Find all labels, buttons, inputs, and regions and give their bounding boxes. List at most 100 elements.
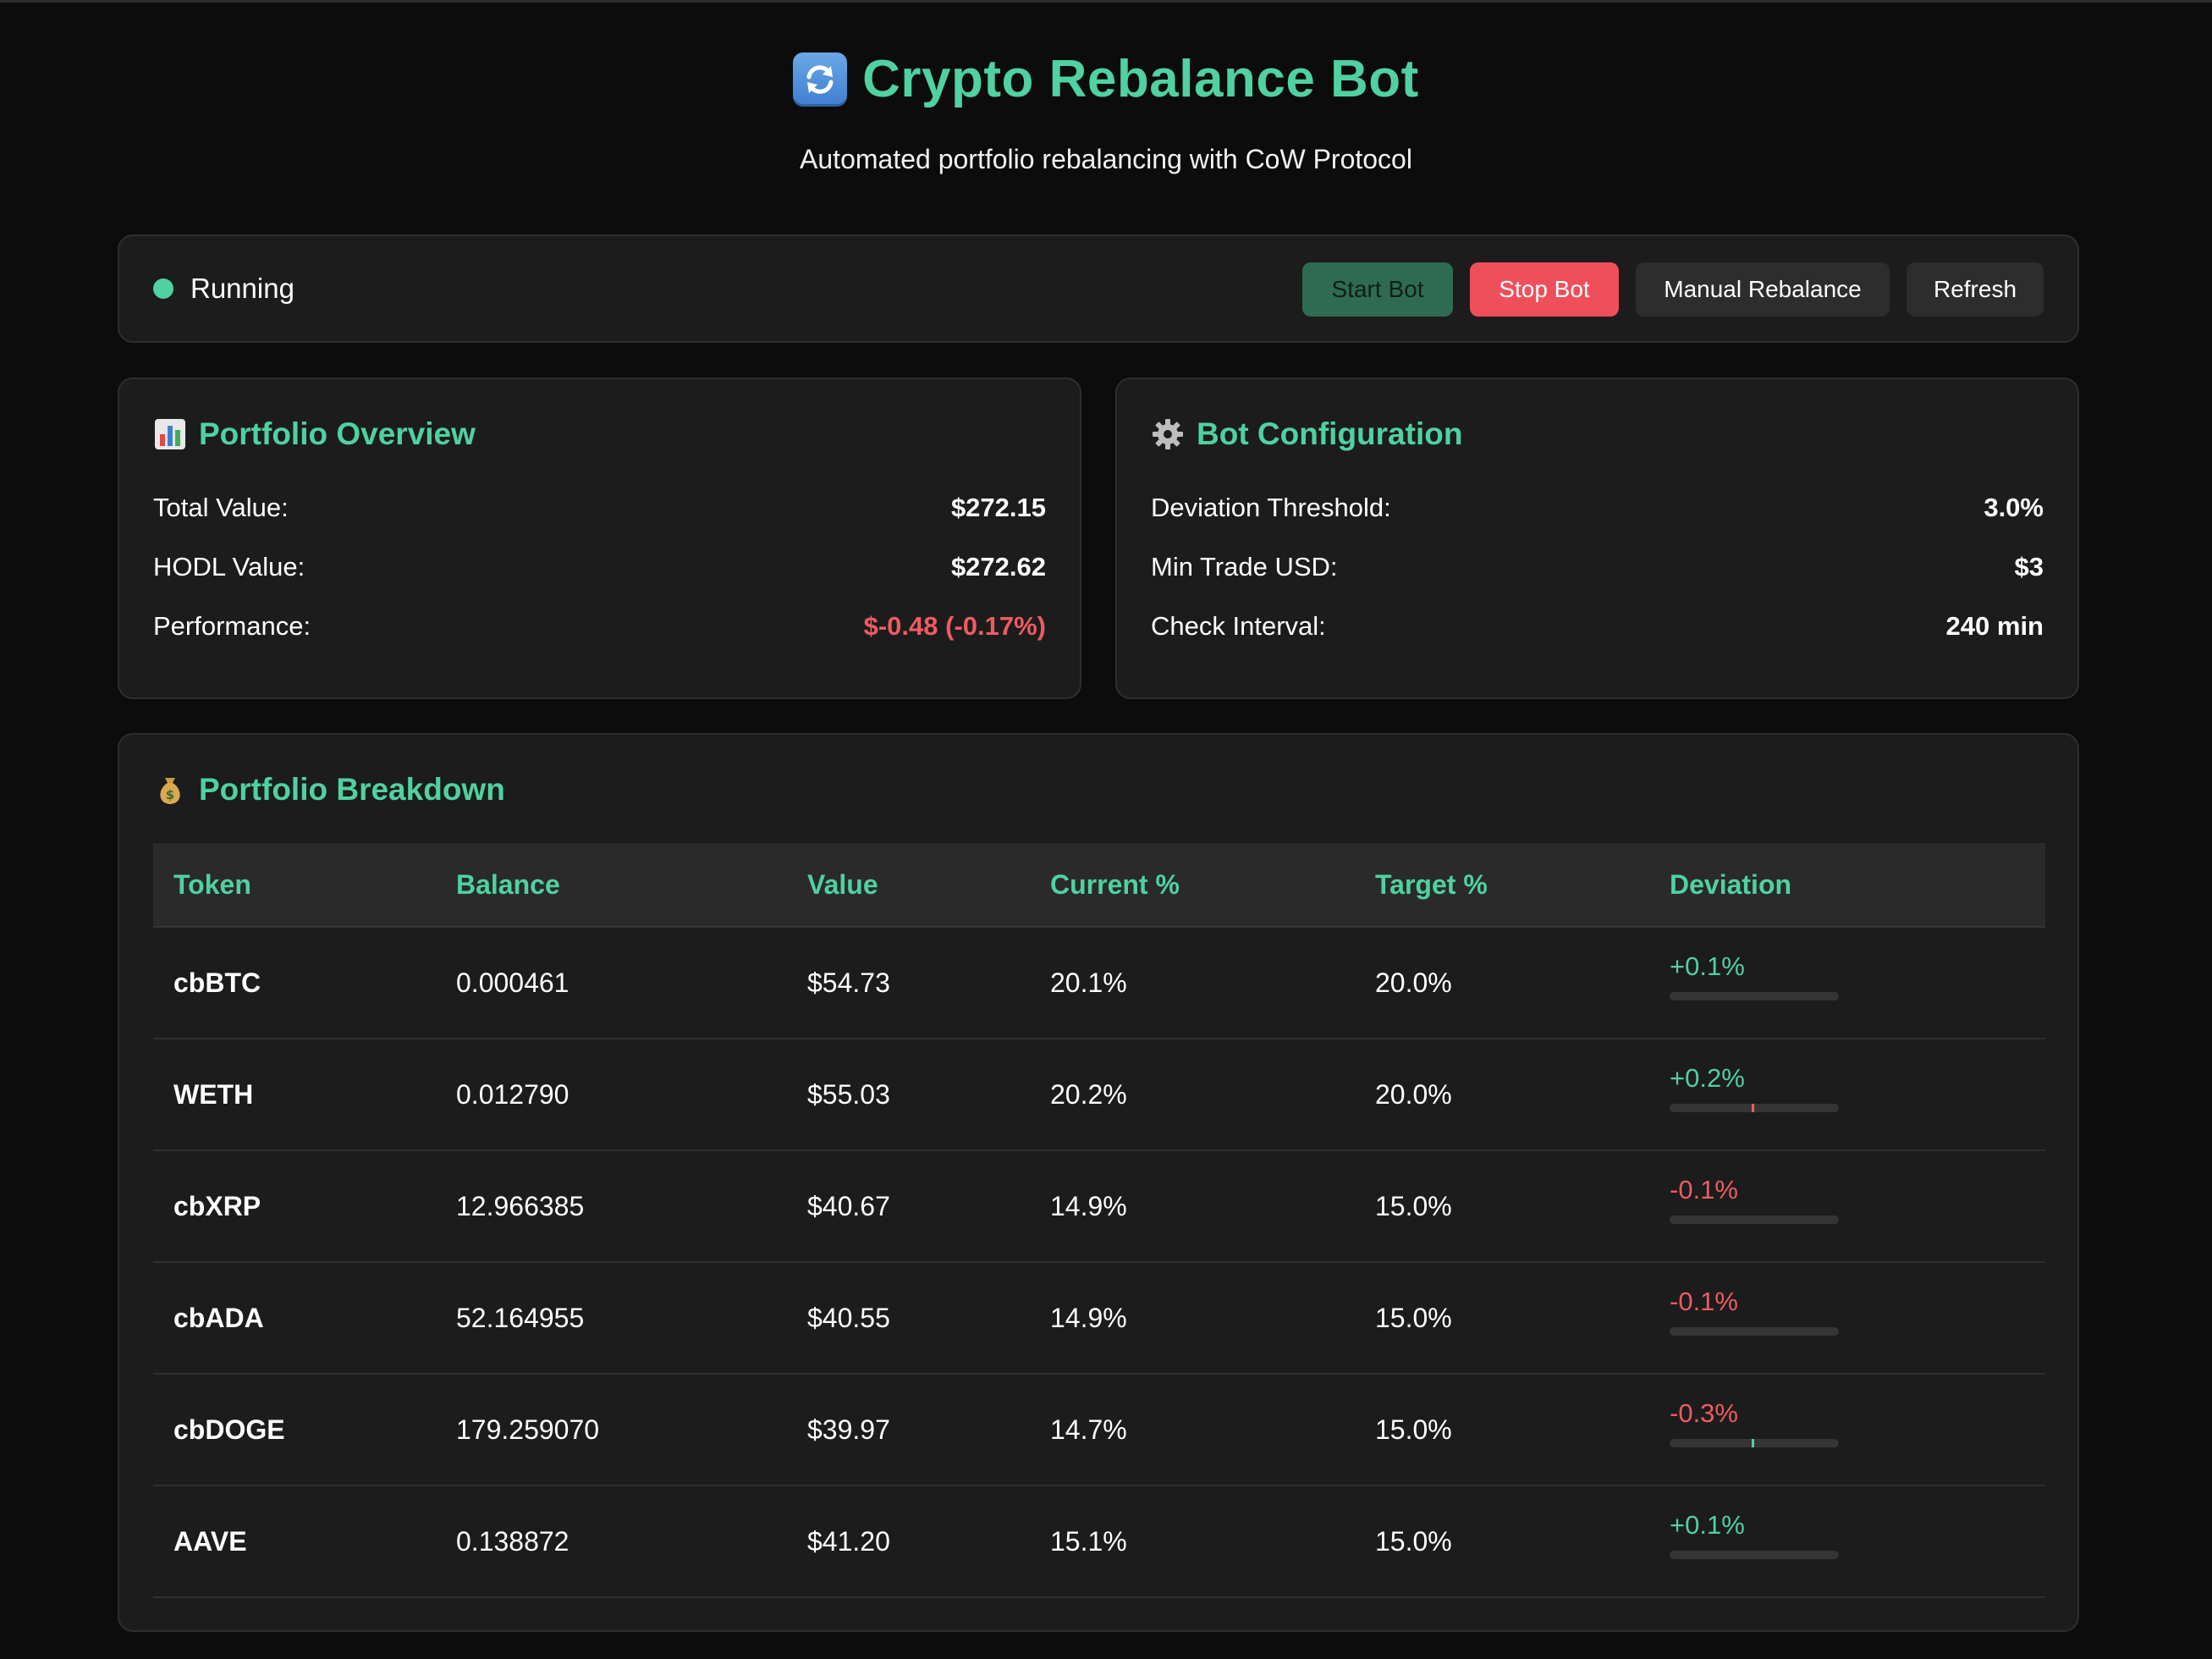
token-cell: AAVE [173, 1525, 247, 1557]
token-cell: WETH [173, 1078, 254, 1110]
money-bag-icon: $ [153, 773, 187, 807]
deviation-bar-marker [1752, 1104, 1754, 1112]
table-body: cbBTC 0.000461 $54.73 20.1% 20.0% +0.1% WETH 0.… [153, 928, 2045, 1598]
column-header-value: Value [807, 868, 878, 900]
page-subtitle: Automated portfolio rebalancing with CoW… [800, 144, 1412, 174]
table-header: Token Balance Value Current % Target % D… [153, 843, 2045, 928]
column-header-target: Target % [1375, 868, 1488, 900]
deviation-threshold-value: 3.0% [1984, 493, 2044, 522]
balance-cell: 52.164955 [456, 1302, 585, 1333]
deviation-value: -0.3% [1670, 1398, 1738, 1428]
deviation-bar [1670, 1439, 1839, 1447]
balance-cell: 0.138872 [456, 1525, 570, 1557]
portfolio-overview-title: Portfolio Overview [153, 416, 476, 452]
refresh-button[interactable]: Refresh [1907, 262, 2044, 317]
column-header-deviation: Deviation [1670, 868, 1792, 900]
token-cell: cbADA [173, 1302, 264, 1333]
portfolio-breakdown-title: $ Portfolio Breakdown [153, 772, 505, 807]
deviation-bar [1670, 992, 1839, 1000]
status-label: Running [190, 273, 294, 304]
table-row: cbXRP 12.966385 $40.67 14.9% 15.0% -0.1% [153, 1151, 2045, 1263]
deviation-cell: +0.1% [1670, 1510, 1839, 1559]
balance-cell: 12.966385 [456, 1190, 585, 1221]
column-header-token: Token [173, 868, 251, 900]
value-cell: $55.03 [807, 1078, 890, 1110]
check-interval-row: Check Interval: 240 min [1151, 611, 2044, 642]
current-percent-cell: 14.7% [1050, 1414, 1127, 1445]
deviation-cell: -0.1% [1670, 1287, 1839, 1336]
deviation-value: +0.1% [1670, 951, 1745, 981]
current-percent-cell: 14.9% [1050, 1302, 1127, 1333]
start-bot-button[interactable]: Start Bot [1302, 262, 1453, 317]
page-header: Crypto Rebalance Bot [0, 49, 2212, 109]
performance-row: Performance: $-0.48 (-0.17%) [153, 611, 1046, 642]
stop-bot-button[interactable]: Stop Bot [1470, 262, 1619, 317]
total-value-row: Total Value: $272.15 [153, 493, 1046, 523]
token-cell: cbDOGE [173, 1414, 285, 1445]
current-percent-cell: 20.2% [1050, 1078, 1127, 1110]
manual-rebalance-button[interactable]: Manual Rebalance [1636, 262, 1890, 317]
deviation-cell: -0.1% [1670, 1175, 1839, 1224]
performance-label: Performance: [153, 611, 311, 641]
current-percent-cell: 20.1% [1050, 967, 1127, 998]
refresh-arrows-icon [793, 52, 848, 107]
column-header-current: Current % [1050, 868, 1180, 900]
deviation-value: +0.2% [1670, 1063, 1745, 1093]
deviation-value: -0.1% [1670, 1175, 1738, 1204]
deviation-value: +0.1% [1670, 1510, 1745, 1540]
check-interval-label: Check Interval: [1151, 611, 1326, 641]
portfolio-overview-card: Portfolio Overview Total Value: $272.15 … [118, 378, 1081, 699]
deviation-cell: -0.3% [1670, 1398, 1839, 1447]
bot-configuration-title: Bot Configuration [1151, 416, 1462, 452]
value-cell: $41.20 [807, 1525, 890, 1557]
deviation-bar [1670, 1327, 1839, 1336]
table-row: WETH 0.012790 $55.03 20.2% 20.0% +0.2% [153, 1039, 2045, 1151]
gear-icon [1151, 417, 1185, 451]
current-percent-cell: 15.1% [1050, 1525, 1127, 1557]
target-percent-cell: 20.0% [1375, 1078, 1452, 1110]
value-cell: $40.55 [807, 1302, 890, 1333]
min-trade-label: Min Trade USD: [1151, 552, 1338, 581]
token-cell: cbBTC [173, 967, 261, 998]
value-cell: $54.73 [807, 967, 890, 998]
token-cell: cbXRP [173, 1190, 261, 1221]
bot-status: Running [153, 236, 294, 341]
hodl-value-row: HODL Value: $272.62 [153, 552, 1046, 582]
deviation-bar [1670, 1104, 1839, 1112]
deviation-bar-marker [1752, 1439, 1754, 1447]
target-percent-cell: 15.0% [1375, 1525, 1452, 1557]
value-cell: $40.67 [807, 1190, 890, 1221]
current-percent-cell: 14.9% [1050, 1190, 1127, 1221]
min-trade-value: $3 [2014, 552, 2044, 581]
page-title: Crypto Rebalance Bot [862, 50, 1419, 108]
hodl-value-label: HODL Value: [153, 552, 305, 581]
deviation-bar [1670, 1215, 1839, 1224]
deviation-bar [1670, 1551, 1839, 1559]
target-percent-cell: 15.0% [1375, 1414, 1452, 1445]
table-row: cbADA 52.164955 $40.55 14.9% 15.0% -0.1% [153, 1263, 2045, 1375]
svg-text:$: $ [166, 787, 174, 802]
table-row: cbDOGE 179.259070 $39.97 14.7% 15.0% -0.3% [153, 1375, 2045, 1486]
status-bar: Running Start Bot Stop Bot Manual Rebala… [118, 234, 2079, 343]
deviation-cell: +0.2% [1670, 1063, 1839, 1112]
total-value-label: Total Value: [153, 493, 289, 522]
table-row: cbBTC 0.000461 $54.73 20.1% 20.0% +0.1% [153, 928, 2045, 1039]
performance-value: $-0.48 (-0.17%) [863, 611, 1046, 641]
balance-cell: 0.012790 [456, 1078, 570, 1110]
bot-configuration-card: Bot Configuration Deviation Threshold: 3… [1115, 378, 2079, 699]
deviation-threshold-label: Deviation Threshold: [1151, 493, 1391, 522]
deviation-threshold-row: Deviation Threshold: 3.0% [1151, 493, 2044, 523]
status-indicator [153, 278, 173, 299]
check-interval-value: 240 min [1945, 611, 2044, 641]
bot-controls: Start Bot Stop Bot Manual Rebalance Refr… [1302, 262, 2044, 317]
hodl-value: $272.62 [950, 552, 1046, 581]
min-trade-row: Min Trade USD: $3 [1151, 552, 2044, 582]
target-percent-cell: 15.0% [1375, 1190, 1452, 1221]
value-cell: $39.97 [807, 1414, 890, 1445]
target-percent-cell: 20.0% [1375, 967, 1452, 998]
bar-chart-icon [153, 417, 187, 451]
balance-cell: 0.000461 [456, 967, 570, 998]
deviation-value: -0.1% [1670, 1287, 1738, 1316]
table-row: AAVE 0.138872 $41.20 15.1% 15.0% +0.1% [153, 1486, 2045, 1598]
deviation-cell: +0.1% [1670, 951, 1839, 1000]
